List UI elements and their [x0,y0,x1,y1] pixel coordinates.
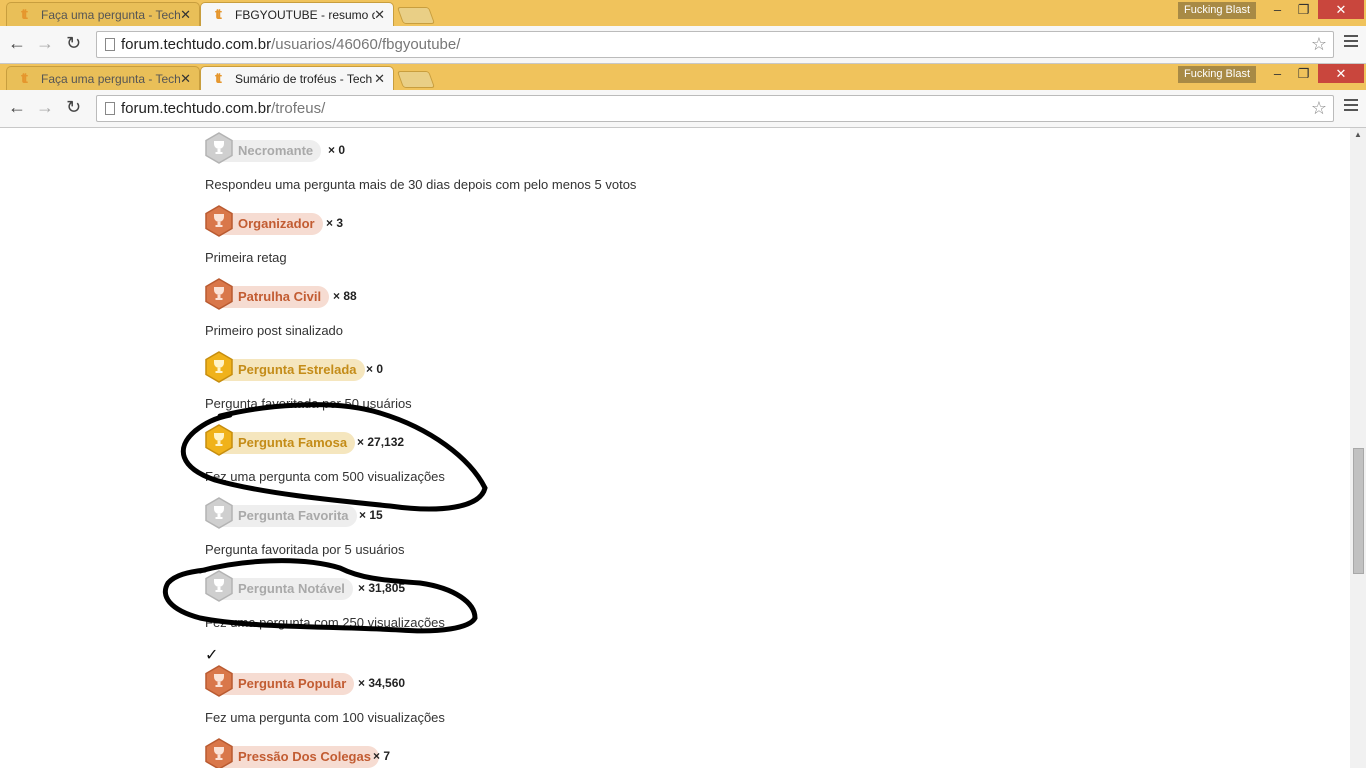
badge-count: × 27,132 [357,435,405,449]
scroll-up-arrow-icon[interactable]: ▲ [1354,130,1362,139]
forward-button[interactable]: → [36,98,54,116]
close-tab-icon[interactable]: ✕ [180,7,191,23]
bookmark-star-icon[interactable]: ☆ [1311,98,1327,119]
badge-label[interactable]: Pergunta Famosa [213,432,356,454]
back-button[interactable]: ← [8,98,26,116]
tab-title: Faça uma pergunta - Tech [41,8,181,22]
tab-trophy-summary[interactable]: tt Sumário de troféus - Tech ✕ [200,66,394,91]
reload-button[interactable]: ↻ [66,34,81,52]
minimize-button[interactable]: – [1264,64,1291,83]
url-text: forum.techtudo.com.br/usuarios/46060/fbg… [121,36,461,53]
badge-count: × 34,560 [358,676,406,690]
tab-strip: tt Faça uma pergunta - Tech ✕ tt FBGYOUT… [0,0,1366,27]
tab-title: Sumário de troféus - Tech [235,72,373,86]
bookmark-star-icon[interactable]: ☆ [1311,34,1327,55]
badge-description: Primeiro post sinalizado [205,323,344,338]
menu-icon[interactable] [1344,35,1358,50]
trophy-list: Necromante × 0 Respondeu uma pergunta ma… [0,128,1350,768]
menu-icon[interactable] [1344,99,1358,114]
badge-count: × 15 [359,508,383,522]
page-icon [105,102,115,115]
badge-count: × 0 [328,143,346,157]
earned-checkmark: ✓ [205,647,219,664]
trophy-icon [205,424,233,456]
trophy-icon [205,497,233,529]
close-tab-icon[interactable]: ✕ [374,7,385,23]
badge-description: Respondeu uma pergunta mais de 30 dias d… [205,177,637,192]
techtudo-icon: tt [21,70,28,87]
badge-description: Fez uma pergunta com 500 visualizações [205,469,445,484]
address-bar[interactable]: forum.techtudo.com.br/usuarios/46060/fbg… [96,31,1334,58]
trophy-icon [205,205,233,237]
trophy-icon [205,351,233,383]
trophy-icon [205,665,233,697]
trophy-icon [205,570,233,602]
tab-user-summary[interactable]: tt FBGYOUTUBE - resumo de ✕ [200,2,394,27]
circle-around-pergunta-famosa [180,402,488,512]
badge-count: × 88 [333,289,357,303]
restore-button[interactable]: ❐ [1290,64,1317,83]
badge-count: × 3 [326,216,344,230]
trophy-icon [205,738,233,768]
close-window-button[interactable]: ✕ [1318,0,1364,19]
url-text: forum.techtudo.com.br/trofeus/ [121,100,326,117]
hand-drawn-circles [162,402,488,634]
tab-ask-question[interactable]: tt Faça uma pergunta - Tech ✕ [6,66,200,90]
back-button[interactable]: ← [8,34,26,52]
badge-description: Fez uma pergunta com 250 visualizações [205,615,445,630]
badge-label[interactable]: Pressão Dos Colegas [213,746,379,768]
badge-count: × 31,805 [358,581,406,595]
trophy-icon [205,132,233,164]
browser-chrome-front: tt Faça uma pergunta - Tech ✕ tt Sumário… [0,64,1366,128]
tab-strip: tt Faça uma pergunta - Tech ✕ tt Sumário… [0,64,1366,91]
badge-label[interactable]: Pergunta Popular [213,673,355,695]
badge-label[interactable]: Pergunta Notável [213,578,353,600]
techtudo-icon: tt [215,70,222,87]
tab-ask-question[interactable]: tt Faça uma pergunta - Tech ✕ [6,2,200,26]
techtudo-icon: tt [21,6,28,23]
new-tab-button[interactable] [396,7,436,24]
address-bar[interactable]: forum.techtudo.com.br/trofeus/ ☆ [96,95,1334,122]
browser-chrome-back: tt Faça uma pergunta - Tech ✕ tt FBGYOUT… [0,0,1366,64]
profile-badge[interactable]: Fucking Blast [1178,66,1256,83]
close-tab-icon[interactable]: ✕ [180,71,191,87]
new-tab-button[interactable] [396,71,436,88]
badge-count: × 7 [373,749,391,763]
page-icon [105,38,115,51]
badge-label[interactable]: Pergunta Favorita [213,505,357,527]
forward-button[interactable]: → [36,34,54,52]
trophy-icon [205,278,233,310]
badge-description: Fez uma pergunta com 100 visualizações [205,710,445,725]
tab-title: FBGYOUTUBE - resumo de [235,8,375,22]
badge-count: × 0 [366,362,384,376]
close-window-button[interactable]: ✕ [1318,64,1364,83]
toolbar: ← → ↻ forum.techtudo.com.br/usuarios/460… [0,26,1366,64]
close-tab-icon[interactable]: ✕ [374,71,385,87]
badge-description: Primeira retag [205,250,287,265]
toolbar: ← → ↻ forum.techtudo.com.br/trofeus/ ☆ [0,90,1366,128]
profile-badge[interactable]: Fucking Blast [1178,2,1256,19]
techtudo-icon: tt [215,6,222,23]
tab-title: Faça uma pergunta - Tech [41,72,181,86]
minimize-button[interactable]: – [1264,0,1291,19]
reload-button[interactable]: ↻ [66,98,81,116]
badge-label[interactable]: Pergunta Estrelada [213,359,365,381]
badge-description: Pergunta favoritada por 5 usuários [205,542,405,557]
badge-description: Pergunta favoritada por 50 usuários [205,396,412,411]
restore-button[interactable]: ❐ [1290,0,1317,19]
vertical-scrollbar[interactable]: ▲ [1350,128,1366,768]
scrollbar-thumb[interactable] [1353,448,1364,574]
